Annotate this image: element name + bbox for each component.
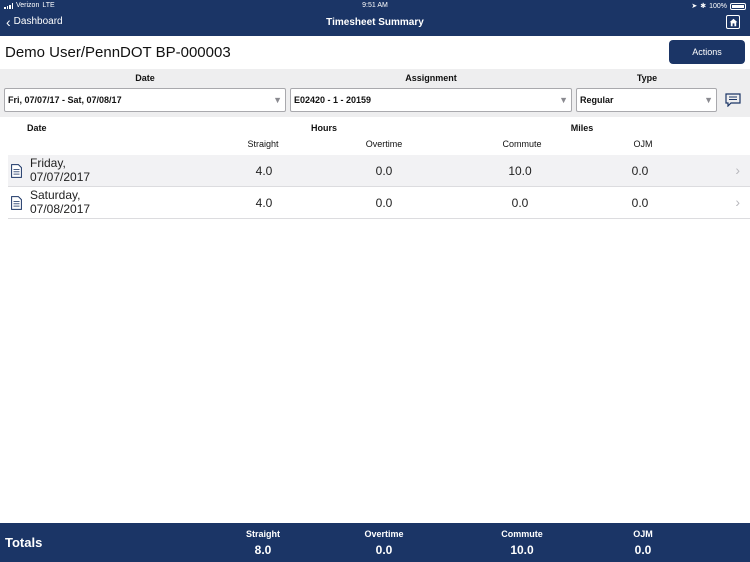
- hours-group-header: Hours: [310, 123, 337, 133]
- location-icon: ➤: [691, 3, 698, 10]
- commute-cell: 10.0: [508, 164, 532, 178]
- battery-icon: [730, 2, 746, 10]
- type-value: Regular: [580, 95, 614, 105]
- totals-ojm: OJM 0.0: [603, 529, 683, 557]
- document-icon: [11, 196, 22, 210]
- date-column-header: Date: [27, 123, 47, 133]
- straight-column-header: Straight: [247, 139, 279, 149]
- totals-label: Totals: [5, 535, 43, 550]
- totals-commute-header: Commute: [501, 529, 543, 539]
- row-date: Friday, 07/07/2017: [30, 156, 90, 184]
- totals-straight: Straight 8.0: [223, 529, 303, 557]
- assignment-value: E02420 - 1 - 20159: [294, 95, 372, 105]
- nav-title: Timesheet Summary: [326, 17, 424, 28]
- row-date-value: 07/07/2017: [30, 170, 91, 184]
- row-day: Saturday,: [30, 188, 81, 202]
- battery-percent: 100%: [709, 2, 727, 10]
- type-select[interactable]: Regular ▼: [576, 88, 717, 112]
- totals-ojm-value: 0.0: [634, 543, 652, 557]
- status-right: ➤ ✱ 100%: [691, 2, 746, 10]
- totals-straight-header: Straight: [245, 529, 280, 539]
- home-button[interactable]: [726, 15, 740, 29]
- date-range-value: Fri, 07/07/17 - Sat, 07/08/17: [8, 95, 122, 105]
- comment-icon[interactable]: [725, 93, 741, 107]
- assignment-filter-label: Assignment: [405, 73, 457, 83]
- totals-overtime-value: 0.0: [375, 543, 393, 557]
- table-row[interactable]: Saturday, 07/08/2017 4.0 0.0 0.0 0.0 ›: [8, 187, 750, 219]
- row-chevron-icon: ›: [735, 162, 740, 178]
- row-date-value: 07/08/2017: [30, 202, 91, 216]
- bluetooth-icon: ✱: [700, 3, 707, 10]
- date-filter-label: Date: [135, 73, 155, 83]
- straight-cell: 4.0: [255, 164, 273, 178]
- row-date: Saturday, 07/08/2017: [30, 188, 90, 216]
- totals-overtime: Overtime 0.0: [344, 529, 424, 557]
- totals-straight-value: 8.0: [254, 543, 272, 557]
- overtime-column-header: Overtime: [365, 139, 403, 149]
- type-filter-label: Type: [636, 73, 658, 83]
- overtime-cell: 0.0: [375, 196, 393, 210]
- ojm-cell: 0.0: [631, 196, 649, 210]
- actions-button[interactable]: Actions: [669, 40, 745, 64]
- assignment-select[interactable]: E02420 - 1 - 20159 ▼: [290, 88, 572, 112]
- totals-commute: Commute 10.0: [482, 529, 562, 557]
- dropdown-arrow-icon: ▼: [273, 95, 282, 105]
- row-day: Friday,: [30, 156, 66, 170]
- ojm-cell: 0.0: [631, 164, 649, 178]
- document-icon: [11, 164, 22, 178]
- row-chevron-icon: ›: [735, 194, 740, 210]
- date-range-select[interactable]: Fri, 07/07/17 - Sat, 07/08/17 ▼: [4, 88, 286, 112]
- home-icon: [729, 18, 737, 26]
- totals-ojm-header: OJM: [633, 529, 653, 539]
- table-row[interactable]: Friday, 07/07/2017 4.0 0.0 10.0 0.0 ›: [8, 155, 750, 187]
- totals-commute-value: 10.0: [510, 543, 534, 557]
- page-title: Demo User/PennDOT BP-000003: [5, 44, 231, 61]
- totals-overtime-header: Overtime: [364, 529, 404, 539]
- dropdown-arrow-icon: ▼: [559, 95, 568, 105]
- overtime-cell: 0.0: [375, 164, 393, 178]
- status-time: 9:51 AM: [362, 2, 388, 9]
- commute-column-header: Commute: [502, 139, 542, 149]
- totals-bar: Totals Straight 8.0 Overtime 0.0 Commute…: [0, 523, 750, 562]
- status-bar: Verizon LTE 9:51 AM ➤ ✱ 100%: [0, 0, 750, 12]
- commute-cell: 0.0: [511, 196, 529, 210]
- dropdown-arrow-icon: ▼: [704, 95, 713, 105]
- filter-panel: Date Assignment Type Fri, 07/07/17 - Sat…: [0, 69, 750, 117]
- straight-cell: 4.0: [255, 196, 273, 210]
- miles-group-header: Miles: [570, 123, 594, 133]
- ojm-column-header: OJM: [633, 139, 653, 149]
- top-bar: Verizon LTE 9:51 AM ➤ ✱ 100% ‹ Dashboard…: [0, 0, 750, 36]
